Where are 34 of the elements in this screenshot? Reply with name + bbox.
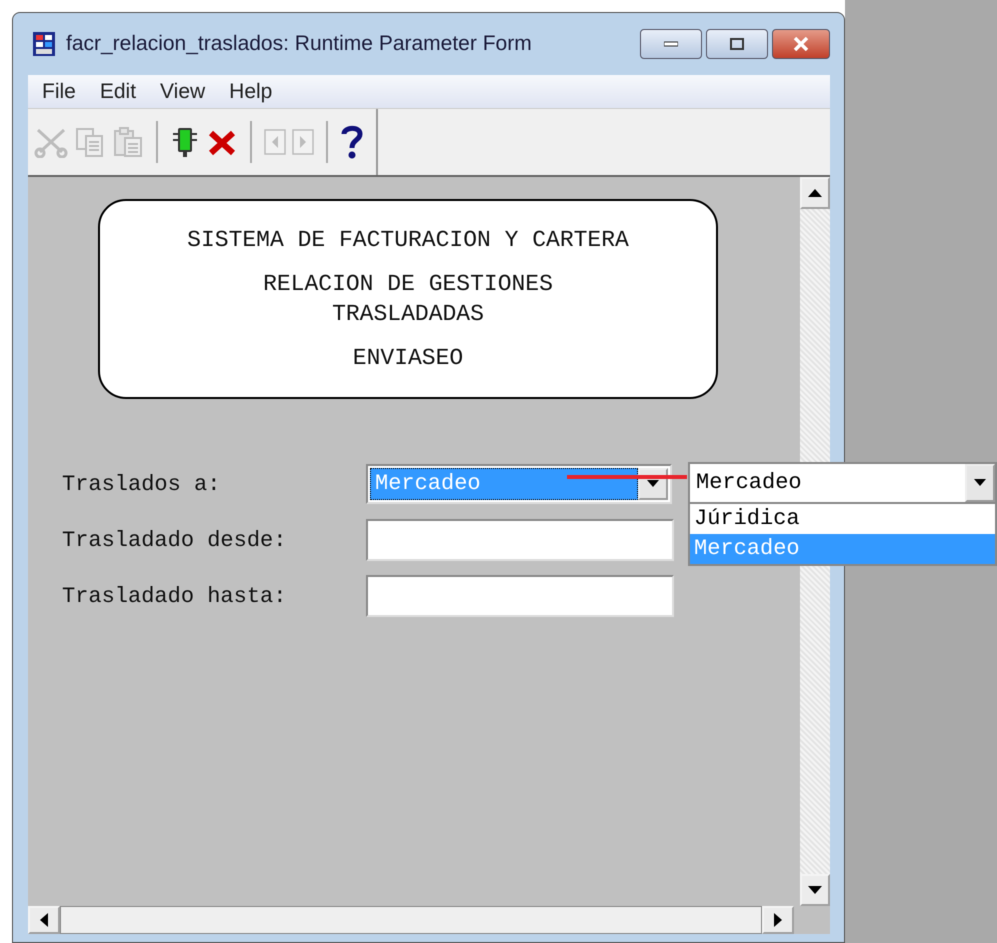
close-button[interactable] [772, 29, 830, 59]
traffic-light-icon[interactable] [170, 126, 200, 158]
menu-item[interactable]: View [160, 80, 206, 104]
field-label: Trasladado hasta: [62, 584, 288, 608]
field-label: Trasladado desde: [62, 528, 288, 552]
scroll-right-button[interactable] [762, 906, 794, 934]
scroll-left-button[interactable] [28, 906, 60, 934]
down-arrow-icon [808, 886, 822, 894]
menu-item[interactable]: File [42, 80, 76, 104]
header-text: RELACION DE GESTIONES [263, 271, 553, 297]
scroll-up-button[interactable] [800, 177, 830, 209]
window-title: facr_relacion_traslados: Runtime Parameter Form [66, 32, 533, 56]
menu-item[interactable]: Edit [100, 80, 136, 104]
up-arrow-icon [808, 189, 822, 197]
field-label: Traslados a: [62, 472, 222, 496]
left-arrow-icon [40, 913, 48, 927]
maximize-button[interactable] [706, 29, 768, 59]
close-icon [793, 37, 809, 51]
right-arrow-icon [774, 913, 782, 927]
help-icon[interactable] [340, 124, 364, 160]
header-text: ENVIASEO [352, 345, 464, 371]
dropdown-field[interactable]: Mercadeo [690, 464, 995, 504]
scroll-down-button[interactable] [800, 874, 830, 906]
minimize-button[interactable] [640, 29, 702, 59]
header-text: SISTEMA DE FACTURACION Y CARTERA [187, 227, 629, 253]
input-field[interactable] [366, 519, 674, 561]
dropdown-option[interactable]: Júridica [690, 504, 995, 534]
app-icon [32, 31, 56, 57]
input-field[interactable] [366, 575, 674, 617]
scrollbar-thumb[interactable] [60, 906, 762, 934]
minimize-icon [664, 41, 678, 47]
maximize-icon [730, 38, 744, 50]
menu-item[interactable]: Help [229, 80, 272, 104]
header-text: TRASLADADAS [332, 301, 484, 327]
